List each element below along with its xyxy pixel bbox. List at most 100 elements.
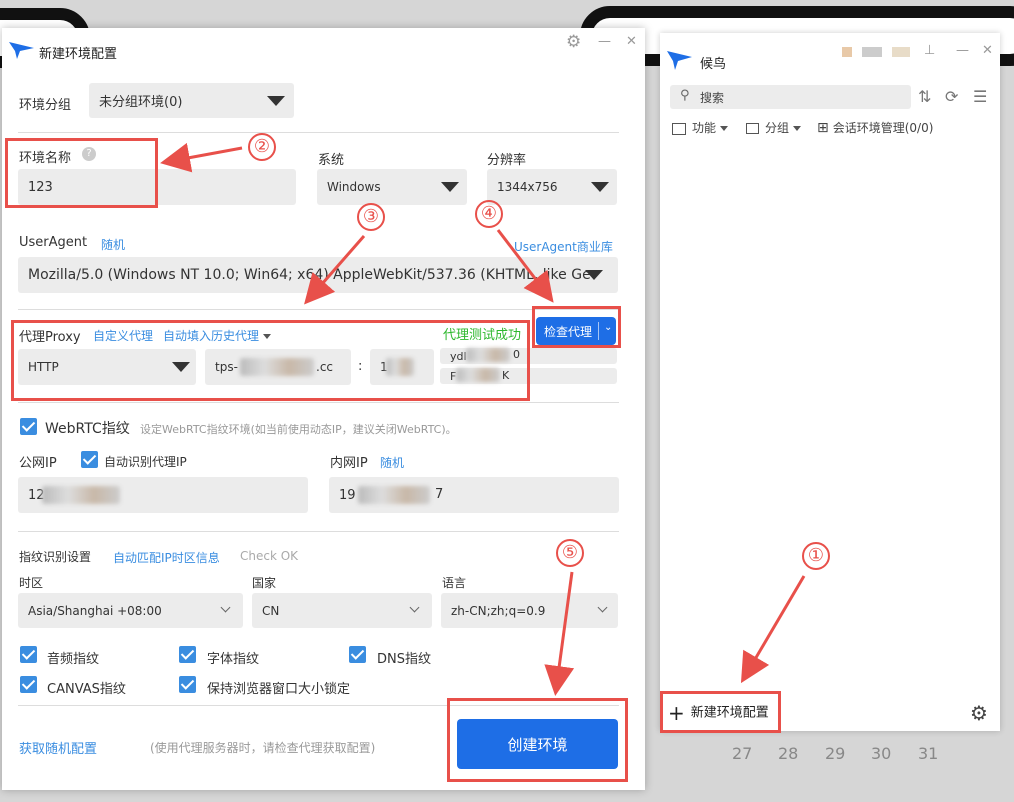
ua-select[interactable]: Mozilla/5.0 (Windows NT 10.0; Win64; x64… <box>18 257 618 293</box>
divider <box>18 402 619 403</box>
redacted-region <box>358 486 430 504</box>
dns-fp-checkbox[interactable] <box>349 646 366 663</box>
session-label: 会话环境管理(0/0) <box>832 121 934 135</box>
sort-icon[interactable]: ⇅ <box>918 87 931 106</box>
bird-logo-icon <box>667 51 692 70</box>
annotation-number: ③ <box>357 203 385 231</box>
country-select[interactable]: CN <box>252 593 432 628</box>
houniao-panel: 候鸟 ⊥ — ✕ ⚲ 搜索 ⇅ ⟳ ☰ 功能 分组 ⊞ 会话环境管理(0/0) +… <box>660 33 1000 731</box>
webrtc-label: WebRTC指纹 <box>45 421 130 437</box>
divider <box>18 132 619 133</box>
lang-select-value: zh-CN;zh;q=0.9 <box>451 603 546 618</box>
private-ip-label: 内网IP <box>330 456 368 471</box>
audio-fp-checkbox[interactable] <box>20 646 37 663</box>
calendar-day: 31 <box>918 744 939 763</box>
settings-gear-icon[interactable]: ⚙ <box>566 32 581 52</box>
panel-title: 候鸟 <box>700 57 727 72</box>
calendar-day: 27 <box>732 744 753 763</box>
resolution-select-value: 1344x756 <box>497 180 558 194</box>
annotation-number: ② <box>248 133 276 161</box>
tz-select[interactable]: Asia/Shanghai +08:00 <box>18 593 243 628</box>
fp-check-status: Check OK <box>240 549 299 563</box>
function-menu[interactable]: 功能 <box>672 119 729 136</box>
font-fp-label: 字体指纹 <box>207 652 260 667</box>
dns-fp-label: DNS指纹 <box>377 652 431 667</box>
pin-icon[interactable]: ⊥ <box>924 43 935 58</box>
annotation-number: ① <box>802 542 830 570</box>
audio-fp-label: 音频指纹 <box>47 652 100 667</box>
canvas-fp-checkbox[interactable] <box>20 676 37 693</box>
search-icon: ⚲ <box>680 88 690 103</box>
resolution-dropdown-icon[interactable] <box>591 182 609 192</box>
webrtc-checkbox[interactable] <box>20 418 37 435</box>
footer-hint: (使用代理服务器时，请检查代理获取配置) <box>150 741 376 755</box>
chevron-down-icon <box>793 126 802 131</box>
folder-icon <box>746 123 759 134</box>
panel-search-input[interactable]: ⚲ 搜索 <box>670 85 911 109</box>
resolution-label: 分辨率 <box>487 153 527 168</box>
divider <box>18 531 619 532</box>
list-icon[interactable]: ☰ <box>973 87 987 106</box>
fp-label: 指纹识别设置 <box>19 550 92 564</box>
public-ip-label: 公网IP <box>19 456 57 471</box>
fp-auto-link[interactable]: 自动匹配IP时区信息 <box>113 549 220 566</box>
annotation-box-name <box>5 138 158 208</box>
grid-icon: ⊞ <box>817 120 829 136</box>
auto-ip-checkbox[interactable] <box>81 451 98 468</box>
system-label: 系统 <box>318 153 345 168</box>
annotation-box-proxy <box>11 320 530 401</box>
lang-select[interactable]: zh-CN;zh;q=0.9 <box>441 593 618 628</box>
annotation-box-create <box>447 698 628 782</box>
sync-icon[interactable]: ⟳ <box>945 87 958 106</box>
function-label: 功能 <box>692 121 717 135</box>
ua-library-link[interactable]: UserAgent商业库 <box>514 238 613 255</box>
chevron-down-icon <box>720 126 729 131</box>
group-select[interactable]: 未分组环境(0) <box>89 83 294 118</box>
layout-icon <box>672 122 686 135</box>
private-ip-random-link[interactable]: 随机 <box>380 454 404 471</box>
private-ip-suffix: 7 <box>435 487 444 502</box>
annotation-box-new <box>660 691 781 733</box>
divider <box>18 309 619 310</box>
group-label: 环境分组 <box>19 98 72 113</box>
ua-select-value: Mozilla/5.0 (Windows NT 10.0; Win64; x64… <box>28 267 591 283</box>
group-menu[interactable]: 分组 <box>746 119 802 136</box>
dialog-titlebar: 新建环境配置 ⚙ — ✕ <box>2 28 645 74</box>
bird-logo-icon <box>9 42 34 59</box>
tz-label: 时区 <box>19 576 44 590</box>
webrtc-hint: 设定WebRTC指纹环境(如当前使用动态IP，建议关闭WebRTC)。 <box>140 423 457 436</box>
window-lock-checkbox[interactable] <box>179 676 196 693</box>
dialog-title: 新建环境配置 <box>39 47 118 62</box>
lang-label: 语言 <box>442 576 467 590</box>
window-lock-label: 保持浏览器窗口大小锁定 <box>207 682 351 697</box>
tz-select-value: Asia/Shanghai +08:00 <box>28 603 162 618</box>
canvas-fp-label: CANVAS指纹 <box>47 682 126 697</box>
background-bottom <box>0 790 1014 802</box>
minimize-icon[interactable]: — <box>598 34 611 49</box>
annotation-number: ④ <box>475 200 503 228</box>
search-placeholder: 搜索 <box>700 90 725 105</box>
calendar-day: 30 <box>871 744 892 763</box>
close-icon[interactable]: ✕ <box>982 43 993 58</box>
minimize-icon[interactable]: — <box>956 43 969 58</box>
ua-random-link[interactable]: 随机 <box>101 236 125 253</box>
annotation-number: ⑤ <box>556 539 584 567</box>
group-select-value: 未分组环境(0) <box>99 95 183 110</box>
ua-label: UserAgent <box>19 235 88 250</box>
ua-dropdown-icon[interactable] <box>585 270 603 280</box>
redacted-region <box>42 486 120 504</box>
country-select-value: CN <box>262 603 280 618</box>
font-fp-checkbox[interactable] <box>179 646 196 663</box>
calendar-day: 28 <box>778 744 799 763</box>
random-config-link[interactable]: 获取随机配置 <box>19 738 97 757</box>
close-icon[interactable]: ✕ <box>626 34 637 49</box>
group-dropdown-icon[interactable] <box>267 96 285 106</box>
country-label: 国家 <box>252 576 277 590</box>
calendar-day: 29 <box>825 744 846 763</box>
system-dropdown-icon[interactable] <box>441 182 459 192</box>
group-label: 分组 <box>765 121 790 135</box>
panel-gear-icon[interactable]: ⚙ <box>970 701 988 725</box>
window-color-dots <box>842 47 910 57</box>
session-manager[interactable]: ⊞ 会话环境管理(0/0) <box>817 119 933 136</box>
system-select-value: Windows <box>327 180 381 194</box>
